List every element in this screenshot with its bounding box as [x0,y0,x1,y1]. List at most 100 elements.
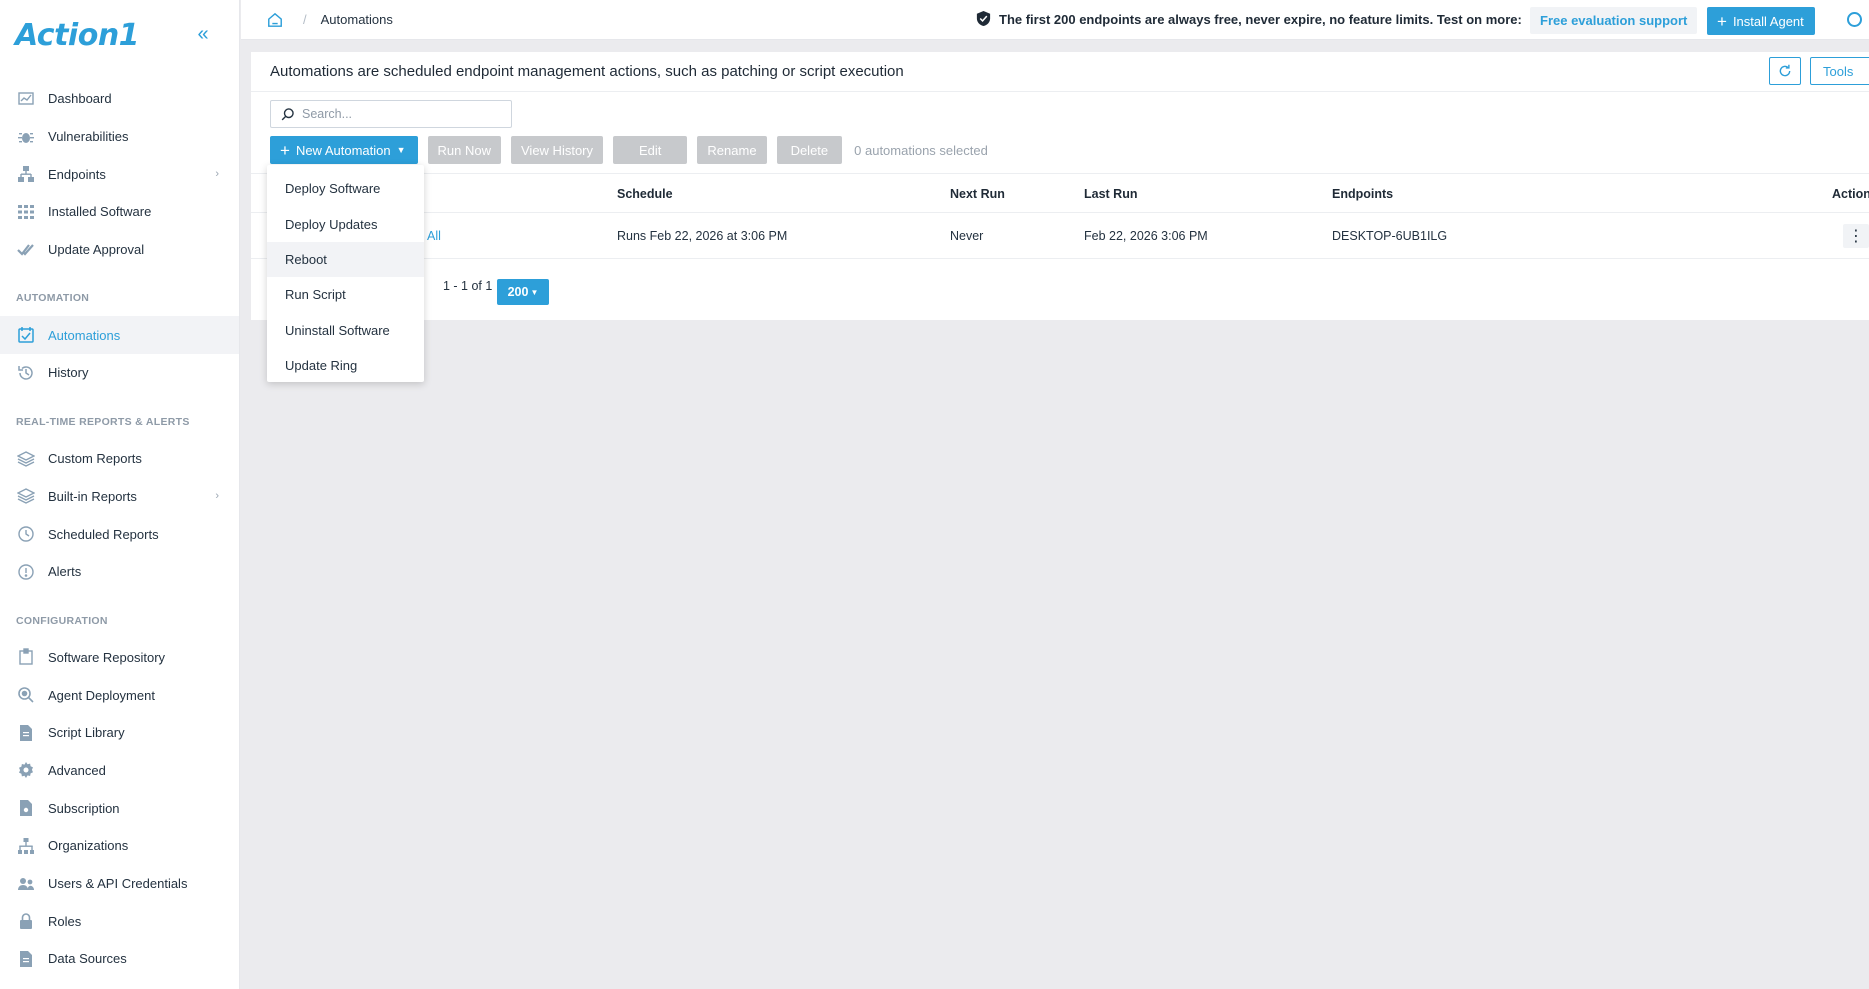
sidebar-item-users-api-credentials[interactable]: Users & API Credentials [0,865,239,903]
promo-banner: The first 200 endpoints are always free,… [975,10,1522,28]
sidebar-item-roles[interactable]: Roles [0,902,239,940]
search-box[interactable] [270,100,512,128]
sidebar-item-data-sources[interactable]: Data Sources [0,940,239,978]
sidebar-item-history[interactable]: History [0,354,239,392]
breadcrumb-separator: / [303,12,307,27]
column-header-last-run[interactable]: Last Run [1084,174,1137,214]
sidebar-item-label: Script Library [48,725,125,741]
menu-item-reboot[interactable]: Reboot [267,241,424,278]
sidebar-item-label: Software Repository [48,649,166,665]
users-icon [16,874,36,894]
menu-item-deploy-updates[interactable]: Deploy Updates [267,206,424,241]
search-input[interactable] [302,107,502,121]
automations-card: Automations are scheduled endpoint manag… [251,52,1869,320]
sidebar-item-label: Advanced [48,762,106,778]
gear-icon [16,760,36,780]
menu-item-uninstall-software[interactable]: Uninstall Software [267,313,424,348]
row-actions-kebab-icon[interactable]: ⋮ [1843,224,1869,248]
sidebar-item-alerts[interactable]: Alerts [0,553,239,591]
bug-icon [16,127,36,147]
new-automation-label: New Automation [295,142,391,158]
status-circle-icon[interactable] [1847,12,1862,27]
edit-button[interactable]: Edit [613,136,688,164]
sidebar-item-subscription[interactable]: Subscription [0,789,239,827]
chevron-right-icon: › [215,490,219,503]
sidebar-item-label: Organizations [48,838,129,854]
run-now-button[interactable]: Run Now [427,136,501,164]
sidebar-item-software-repository[interactable]: Software Repository [0,639,239,677]
plus-icon: + [1717,11,1727,31]
table-header: Schedule Next Run Last Run Endpoints Act… [251,173,1869,213]
menu-item-run-script[interactable]: Run Script [267,277,424,312]
refresh-icon [1779,64,1791,77]
chevron-down-icon: ▼ [396,145,406,155]
sidebar-item-vulnerabilities[interactable]: Vulnerabilities [0,118,239,156]
sidebar-item-label: Endpoints [48,166,106,182]
cell-endpoints: DESKTOP-6UB1ILG [1332,229,1448,243]
refresh-button[interactable] [1769,57,1801,85]
promo-text: The first 200 endpoints are always free,… [999,11,1522,27]
sidebar-item-scheduled-reports[interactable]: Scheduled Reports [0,515,239,553]
top-bar: / Automations The first 200 endpoints ar… [241,0,1869,40]
sidebar-item-label: Update Approval [48,242,145,258]
cell-next-run: Never [950,229,984,243]
sidebar-item-label: Subscription [48,800,120,816]
file-icon [16,723,36,743]
automation-name-link[interactable]: All [427,213,441,259]
install-agent-button[interactable]: + Install Agent [1707,7,1815,35]
free-evaluation-support-button[interactable]: Free evaluation support [1530,7,1698,34]
sidebar-item-label: Users & API Credentials [48,876,188,892]
menu-item-update-ring[interactable]: Update Ring [267,348,424,383]
chevron-down-icon: ▼ [530,287,539,297]
menu-item-deploy-software[interactable]: Deploy Software [267,171,424,206]
grid-icon [16,202,36,222]
section-title-automation: AUTOMATION [16,292,90,305]
lock-icon [16,911,36,931]
column-header-schedule[interactable]: Schedule [617,174,673,214]
sidebar-item-automations[interactable]: Automations [0,316,239,355]
sidebar-item-dashboard[interactable]: Dashboard [0,80,239,118]
column-header-endpoints[interactable]: Endpoints [1332,174,1393,214]
nav-reports: Custom Reports Built-in Reports › Schedu… [0,440,239,591]
package-icon [16,647,36,667]
file-icon [16,949,36,969]
chart-icon [16,89,36,109]
page-size-select[interactable]: 200 ▼ [497,279,549,305]
sidebar-item-label: Data Sources [48,951,127,967]
sidebar-item-custom-reports[interactable]: Custom Reports [0,440,239,478]
sidebar-item-installed-software[interactable]: Installed Software [0,193,239,231]
app-logo[interactable]: Action1 [15,18,140,53]
collapse-sidebar-icon[interactable]: « [191,22,215,46]
home-icon[interactable] [267,11,285,29]
new-automation-button[interactable]: + New Automation ▼ [270,136,418,164]
table-row[interactable]: All Runs Feb 22, 2026 at 3:06 PM Never F… [251,213,1869,259]
tools-button[interactable]: Tools [1810,57,1869,85]
delete-button[interactable]: Delete [776,136,843,164]
view-history-button[interactable]: View History [511,136,604,164]
sidebar-item-label: Alerts [48,564,82,580]
new-automation-menu: Deploy Software Deploy Updates Reboot Ru… [267,165,424,382]
rename-button[interactable]: Rename [697,136,767,164]
network-icon [16,164,36,184]
sidebar-item-label: Custom Reports [48,451,142,467]
sidebar-item-label: Dashboard [48,91,112,107]
toolbar: + New Automation ▼ Run Now View History … [270,136,988,164]
page-size-value: 200 [507,285,529,299]
column-header-next-run[interactable]: Next Run [950,174,1005,214]
nav-main: Dashboard Vulnerabilities Endpoints › In… [0,80,239,268]
sidebar-item-script-library[interactable]: Script Library [0,714,239,752]
pager-range: 1 - 1 of 1 [443,279,493,293]
alert-icon [16,562,36,582]
sidebar-item-label: Automations [48,327,121,343]
sidebar-item-endpoints[interactable]: Endpoints › [0,155,239,193]
column-header-actions: Actions [1832,187,1869,201]
section-title-configuration: CONFIGURATION [16,614,108,627]
sidebar-item-agent-deployment[interactable]: Agent Deployment [0,676,239,714]
magnify-icon [16,685,36,705]
sidebar-item-built-in-reports[interactable]: Built-in Reports › [0,478,239,516]
sidebar-item-advanced[interactable]: Advanced [0,752,239,790]
sidebar-item-organizations[interactable]: Organizations [0,827,239,865]
sidebar-item-label: Agent Deployment [48,687,155,703]
sidebar-item-update-approval[interactable]: Update Approval [0,231,239,269]
layers-icon [16,486,36,506]
